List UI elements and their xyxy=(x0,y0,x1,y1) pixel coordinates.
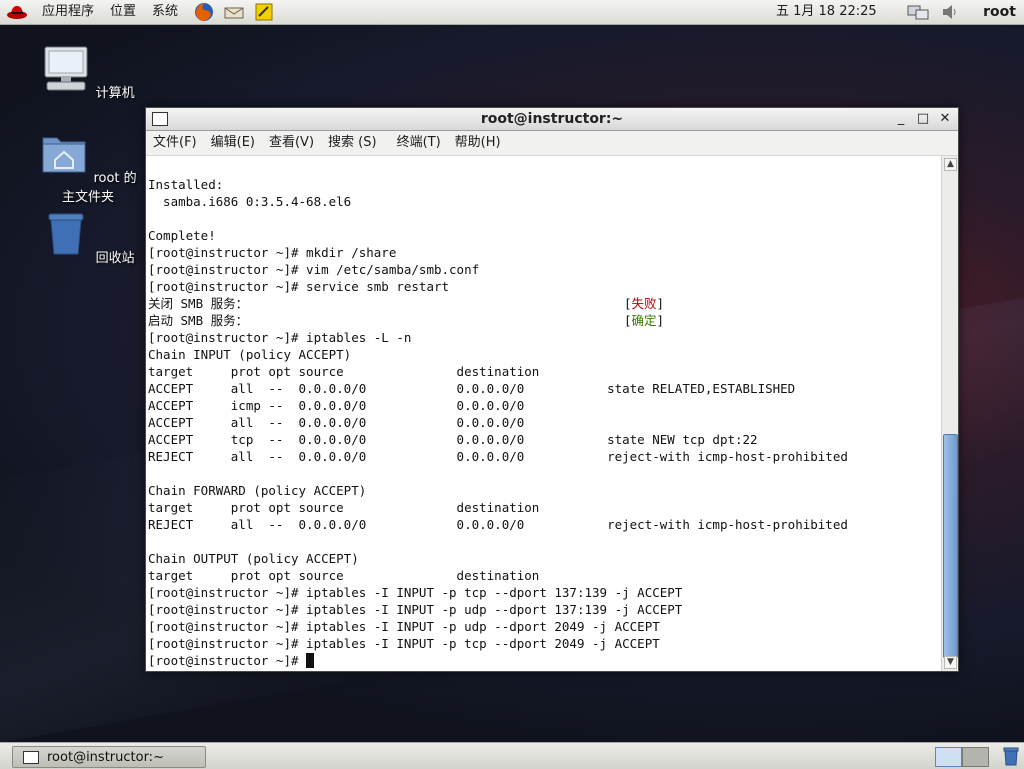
mail-launcher-icon[interactable] xyxy=(222,1,246,23)
terminal-window: root@instructor:~ _ □ ✕ 文件(F) 编辑(E) 查看(V… xyxy=(145,107,959,672)
terminal-scrollbar[interactable]: ▲ ▼ xyxy=(941,156,958,671)
menu-search[interactable]: 搜索 (S) xyxy=(321,131,384,155)
user-name[interactable]: root xyxy=(983,0,1016,24)
computer-icon xyxy=(44,46,88,91)
terminal-prompt: [root@instructor ~]# xyxy=(148,653,307,668)
terminal-line: [root@instructor ~]# iptables -L -n xyxy=(148,330,412,345)
terminal-line: [root@instructor ~]# iptables -I INPUT -… xyxy=(148,602,683,617)
text-cursor xyxy=(306,653,315,668)
terminal-line: Complete! xyxy=(148,228,216,243)
terminal-line: [root@instructor ~]# mkdir /share xyxy=(148,245,397,260)
terminal-line: target prot opt source destination xyxy=(148,500,540,515)
terminal-line: ACCEPT all -- 0.0.0.0/0 0.0.0.0/0 state … xyxy=(148,381,796,396)
minimize-icon[interactable]: _ xyxy=(892,110,910,128)
scroll-thumb[interactable] xyxy=(943,434,958,658)
terminal-line-status: 关闭 SMB 服务： [失败] xyxy=(148,296,665,311)
status-line-label: 启动 SMB 服务： xyxy=(148,313,249,328)
terminal-line: REJECT all -- 0.0.0.0/0 0.0.0.0/0 reject… xyxy=(148,517,848,532)
terminal-output[interactable]: Installed: samba.i686 0:3.5.4-68.el6 Comp… xyxy=(146,156,941,671)
menu-system[interactable]: 系统 xyxy=(144,0,186,24)
taskbar-button-label: root@instructor:~ xyxy=(47,749,164,765)
top-panel: 应用程序 位置 系统 五 1月 18 22:25 root xyxy=(0,0,1024,25)
window-titlebar[interactable]: root@instructor:~ _ □ ✕ xyxy=(146,108,958,131)
network-icon[interactable] xyxy=(906,2,930,22)
firefox-launcher-icon[interactable] xyxy=(192,1,216,23)
bottom-panel: root@instructor:~ xyxy=(0,742,1024,769)
home-folder-icon xyxy=(42,137,86,173)
status-line-label: 关闭 SMB 服务： xyxy=(148,296,249,311)
terminal-line: target prot opt source destination xyxy=(148,568,540,583)
status-fail: 失败 xyxy=(631,296,657,311)
scroll-up-icon[interactable]: ▲ xyxy=(944,158,957,171)
terminal-line: target prot opt source destination xyxy=(148,364,540,379)
volume-icon[interactable] xyxy=(940,2,960,22)
scroll-down-icon[interactable]: ▼ xyxy=(944,656,957,669)
maximize-icon[interactable]: □ xyxy=(914,110,932,128)
workspace-2[interactable] xyxy=(962,747,989,767)
menu-edit[interactable]: 编辑(E) xyxy=(204,131,262,155)
terminal-line: [root@instructor ~]# vim /etc/samba/smb.… xyxy=(148,262,480,277)
desktop-icon-home[interactable]: root 的主文件夹 xyxy=(33,130,143,205)
menu-view[interactable]: 查看(V) xyxy=(262,131,321,155)
terminal-line-status: 启动 SMB 服务： [确定] xyxy=(148,313,665,328)
terminal-line: [root@instructor ~]# iptables -I INPUT -… xyxy=(148,585,683,600)
terminal-line: ACCEPT icmp -- 0.0.0.0/0 0.0.0.0/0 xyxy=(148,398,525,413)
terminal-line: [root@instructor ~]# iptables -I INPUT -… xyxy=(148,636,660,651)
window-menubar: 文件(F) 编辑(E) 查看(V) 搜索 (S) 终端(T) 帮助(H) xyxy=(146,131,958,156)
terminal-line: Installed: xyxy=(148,177,224,192)
terminal-icon xyxy=(23,750,39,764)
status-ok: 确定 xyxy=(631,313,657,328)
terminal-line: [root@instructor ~]# iptables -I INPUT -… xyxy=(148,619,660,634)
menu-applications[interactable]: 应用程序 xyxy=(34,0,102,24)
desktop-icon-label: 回收站 xyxy=(95,251,135,266)
terminal-prompt-line[interactable]: [root@instructor ~]# xyxy=(148,652,941,669)
terminal-line: Chain FORWARD (policy ACCEPT) xyxy=(148,483,367,498)
workspace-1[interactable] xyxy=(935,747,962,767)
notes-launcher-icon[interactable] xyxy=(252,1,276,23)
desktop-icon-trash[interactable]: 回收站 xyxy=(33,210,143,266)
close-icon[interactable]: ✕ xyxy=(936,110,954,128)
terminal-line: [root@instructor ~]# service smb restart xyxy=(148,279,450,294)
taskbar-terminal-button[interactable]: root@instructor:~ xyxy=(12,746,206,768)
trash-icon xyxy=(48,213,84,255)
terminal-line: ACCEPT tcp -- 0.0.0.0/0 0.0.0.0/0 state … xyxy=(148,432,758,447)
menu-terminal[interactable]: 终端(T) xyxy=(390,131,448,155)
trash-icon[interactable] xyxy=(1002,746,1020,766)
menu-file[interactable]: 文件(F) xyxy=(146,131,204,155)
menu-help[interactable]: 帮助(H) xyxy=(448,131,508,155)
terminal-line: samba.i686 0:3.5.4-68.el6 xyxy=(148,194,352,209)
terminal-line: Chain OUTPUT (policy ACCEPT) xyxy=(148,551,359,566)
redhat-logo-icon[interactable] xyxy=(6,3,28,21)
window-title: root@instructor:~ xyxy=(480,111,624,127)
clock[interactable]: 五 1月 18 22:25 xyxy=(776,0,877,24)
desktop-icon-label: 计算机 xyxy=(95,86,135,101)
desktop-icon-computer[interactable]: 计算机 xyxy=(33,45,143,101)
terminal-line: ACCEPT all -- 0.0.0.0/0 0.0.0.0/0 xyxy=(148,415,525,430)
terminal-line: Chain INPUT (policy ACCEPT) xyxy=(148,347,352,362)
terminal-line: REJECT all -- 0.0.0.0/0 0.0.0.0/0 reject… xyxy=(148,449,848,464)
menu-places[interactable]: 位置 xyxy=(102,0,144,24)
